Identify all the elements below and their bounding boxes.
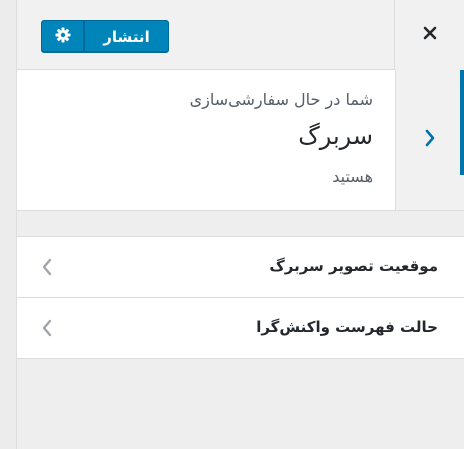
close-customizer-button[interactable] [394,0,464,70]
chevron-right-icon [423,127,437,153]
panel-title: سربرگ [298,122,373,150]
preview-edge [0,0,17,449]
customizer-header: انتشار [17,0,464,70]
section-header-image-position[interactable]: موقعیت تصویر سربرگ [17,236,464,298]
section-responsive-menu-mode[interactable]: حالت فهرست واکنش‌گرا [17,297,464,359]
publish-button-group: انتشار [41,20,169,53]
section-label: حالت فهرست واکنش‌گرا [256,318,438,336]
gear-icon [55,27,71,47]
customizing-suffix: هستید [332,167,373,186]
publish-button[interactable]: انتشار [84,20,169,53]
close-icon [422,25,438,45]
section-label: موقعیت تصویر سربرگ [269,257,438,275]
chevron-left-icon [37,316,57,340]
chevron-left-icon [37,255,57,279]
customizing-label: شما در حال سفارشی‌سازی [189,90,373,109]
customizer-panel: انتشار شما در حال سفارشی‌سازی سربرگ هستی… [17,0,464,449]
panel-info-text: شما در حال سفارشی‌سازی سربرگ هستید [17,70,395,210]
back-button[interactable] [395,70,464,210]
customizer-screen: انتشار شما در حال سفارشی‌سازی سربرگ هستی… [0,0,464,449]
panel-info-section: شما در حال سفارشی‌سازی سربرگ هستید [17,70,464,211]
publish-settings-button[interactable] [41,20,84,53]
